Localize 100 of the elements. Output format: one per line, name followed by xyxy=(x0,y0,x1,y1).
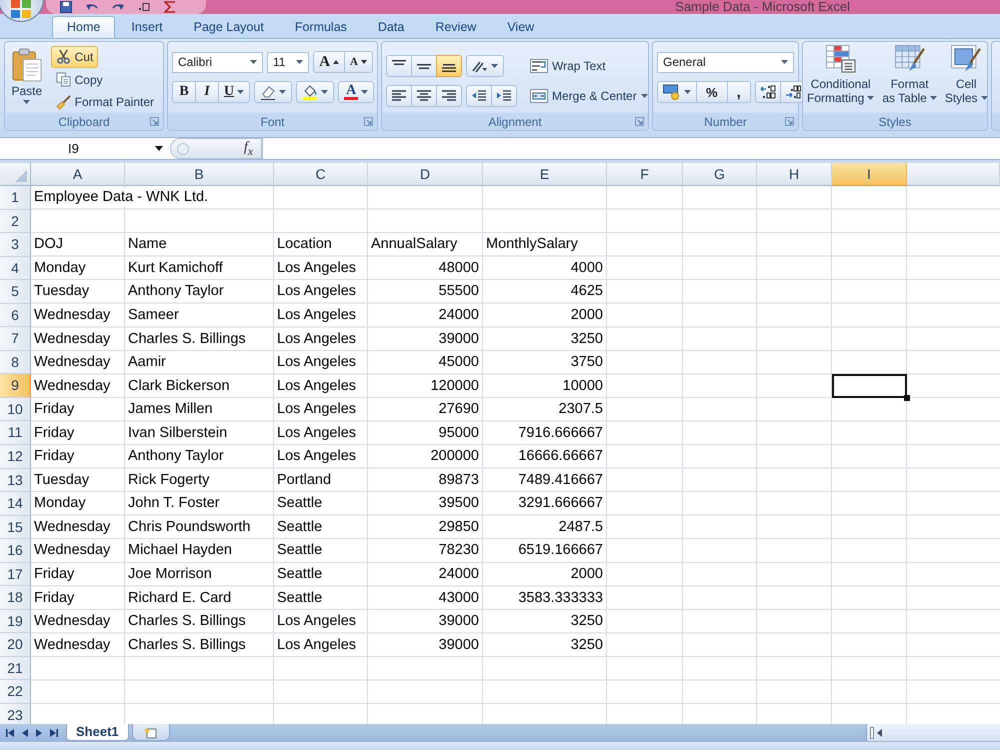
bottom-align-button[interactable] xyxy=(436,55,462,77)
number-format-dropdown[interactable]: General xyxy=(657,52,794,72)
row-header[interactable]: 8 xyxy=(0,350,31,374)
format-painter-button[interactable]: Format Painter xyxy=(50,91,159,114)
fill-color-button[interactable] xyxy=(296,81,334,103)
format-as-table-button[interactable]: Format as Table xyxy=(880,45,939,113)
row-header[interactable]: 7 xyxy=(0,327,31,351)
decimal-icon[interactable] xyxy=(138,3,150,11)
font-name-dropdown[interactable]: Calibri xyxy=(172,52,264,72)
row-header[interactable]: 5 xyxy=(0,280,31,304)
conditional-formatting-button[interactable]: Conditional Formatting xyxy=(805,45,876,113)
center-button[interactable] xyxy=(411,85,437,107)
scroll-left-icon[interactable] xyxy=(870,726,884,738)
column-header[interactable]: H xyxy=(757,163,832,186)
merge-and-center-button[interactable]: Merge & Center xyxy=(528,85,650,107)
horizontal-scrollbar[interactable] xyxy=(866,724,1000,741)
row-header[interactable]: 1 xyxy=(0,186,31,210)
dialog-launcher-icon[interactable] xyxy=(785,117,794,126)
row-header[interactable]: 13 xyxy=(0,468,31,492)
paste-button[interactable]: Paste xyxy=(9,46,45,104)
caret-icon xyxy=(321,90,328,94)
cell-text: Wednesday xyxy=(34,518,110,536)
italic-button[interactable]: I xyxy=(195,81,219,103)
round-knob-icon xyxy=(177,142,189,154)
row-header[interactable]: 18 xyxy=(0,586,31,610)
row-header[interactable]: 17 xyxy=(0,562,31,586)
row-header[interactable]: 10 xyxy=(0,398,31,422)
underline-button[interactable]: U xyxy=(218,81,250,103)
row-header[interactable]: 2 xyxy=(0,210,31,234)
row-header[interactable]: 11 xyxy=(0,421,31,446)
wrap-text-button[interactable]: Wrap Text xyxy=(528,55,650,77)
currency-format-button[interactable] xyxy=(657,81,697,103)
align-right-button[interactable] xyxy=(436,85,462,107)
row-header[interactable]: 16 xyxy=(0,539,31,563)
row-header[interactable]: 19 xyxy=(0,610,31,634)
previous-sheet-icon[interactable] xyxy=(22,728,28,736)
sum-icon[interactable] xyxy=(164,1,176,13)
row-header[interactable]: 9 xyxy=(0,374,31,398)
ribbon-tab[interactable]: Review xyxy=(420,16,492,38)
cell-text: Los Angeles xyxy=(277,612,356,630)
cell-text: Charles S. Billings xyxy=(128,330,246,348)
dialog-launcher-icon[interactable] xyxy=(364,117,373,126)
redo-icon[interactable] xyxy=(112,2,124,12)
insert-function-button[interactable]: f$_{x}$ xyxy=(170,138,262,159)
column-header[interactable]: I xyxy=(832,163,907,186)
dialog-launcher-icon[interactable] xyxy=(635,117,644,126)
bold-button[interactable]: B xyxy=(172,81,196,103)
increase-decimal-button[interactable] xyxy=(754,81,781,103)
first-sheet-icon[interactable] xyxy=(6,728,14,736)
copy-button[interactable]: Copy xyxy=(50,68,108,90)
shrink-font-button[interactable]: A xyxy=(344,51,373,73)
row-header[interactable]: 21 xyxy=(0,656,31,680)
row-header[interactable]: 20 xyxy=(0,633,31,657)
ribbon-tab[interactable]: Page Layout xyxy=(178,16,279,38)
font-size-dropdown[interactable]: 11 xyxy=(267,52,310,72)
save-icon[interactable] xyxy=(60,1,72,13)
undo-icon[interactable] xyxy=(86,2,98,12)
selected-cell[interactable] xyxy=(832,374,907,398)
insert-sheet-button[interactable] xyxy=(132,724,170,741)
column-header[interactable]: B xyxy=(125,163,274,186)
row-header[interactable]: 12 xyxy=(0,445,31,469)
row-header[interactable]: 3 xyxy=(0,233,31,257)
next-sheet-icon[interactable] xyxy=(36,728,42,736)
cut-button[interactable]: Cut xyxy=(50,46,98,68)
column-header[interactable]: E xyxy=(483,163,607,186)
column-header[interactable]: F xyxy=(607,163,683,186)
fill-handle-icon[interactable] xyxy=(904,394,910,401)
row-header[interactable]: 4 xyxy=(0,256,31,280)
top-align-button[interactable] xyxy=(386,55,412,77)
row-header[interactable]: 14 xyxy=(0,492,31,516)
column-header[interactable]: G xyxy=(683,163,757,186)
increase-indent-button[interactable] xyxy=(491,85,517,107)
ribbon-tab[interactable]: Insert xyxy=(116,16,178,38)
cell-text: 2307.5 xyxy=(558,400,603,418)
ribbon-tab[interactable]: View xyxy=(492,16,550,38)
cell-text: Michael Hayden xyxy=(128,541,232,560)
borders-button[interactable] xyxy=(254,81,292,103)
font-color-button[interactable]: A xyxy=(338,81,374,103)
column-header[interactable]: D xyxy=(368,163,483,186)
align-left-button[interactable] xyxy=(386,85,412,107)
cell-styles-button[interactable]: Cell Styles xyxy=(942,45,990,113)
decrease-indent-button[interactable] xyxy=(466,85,492,107)
sheet-tab[interactable]: Sheet1 xyxy=(66,724,129,741)
percent-button[interactable]: % xyxy=(696,81,728,103)
row-header[interactable]: 15 xyxy=(0,516,31,540)
ribbon-tab[interactable]: Home xyxy=(52,16,116,38)
grow-font-button[interactable]: A xyxy=(313,51,346,73)
orientation-button[interactable] xyxy=(466,55,504,77)
dialog-launcher-icon[interactable] xyxy=(150,117,159,126)
last-sheet-icon[interactable] xyxy=(50,728,58,736)
ribbon-tab[interactable]: Formulas xyxy=(280,16,362,38)
name-box[interactable]: I9 xyxy=(0,138,170,159)
comma-style-button[interactable]: , xyxy=(726,81,751,103)
row-header[interactable]: 23 xyxy=(0,704,31,724)
row-header[interactable]: 6 xyxy=(0,304,31,328)
middle-align-button[interactable] xyxy=(411,55,437,77)
row-header[interactable]: 22 xyxy=(0,680,31,704)
ribbon-tab[interactable]: Data xyxy=(362,16,420,38)
column-header[interactable]: A xyxy=(31,163,125,186)
column-header[interactable]: C xyxy=(274,163,368,186)
